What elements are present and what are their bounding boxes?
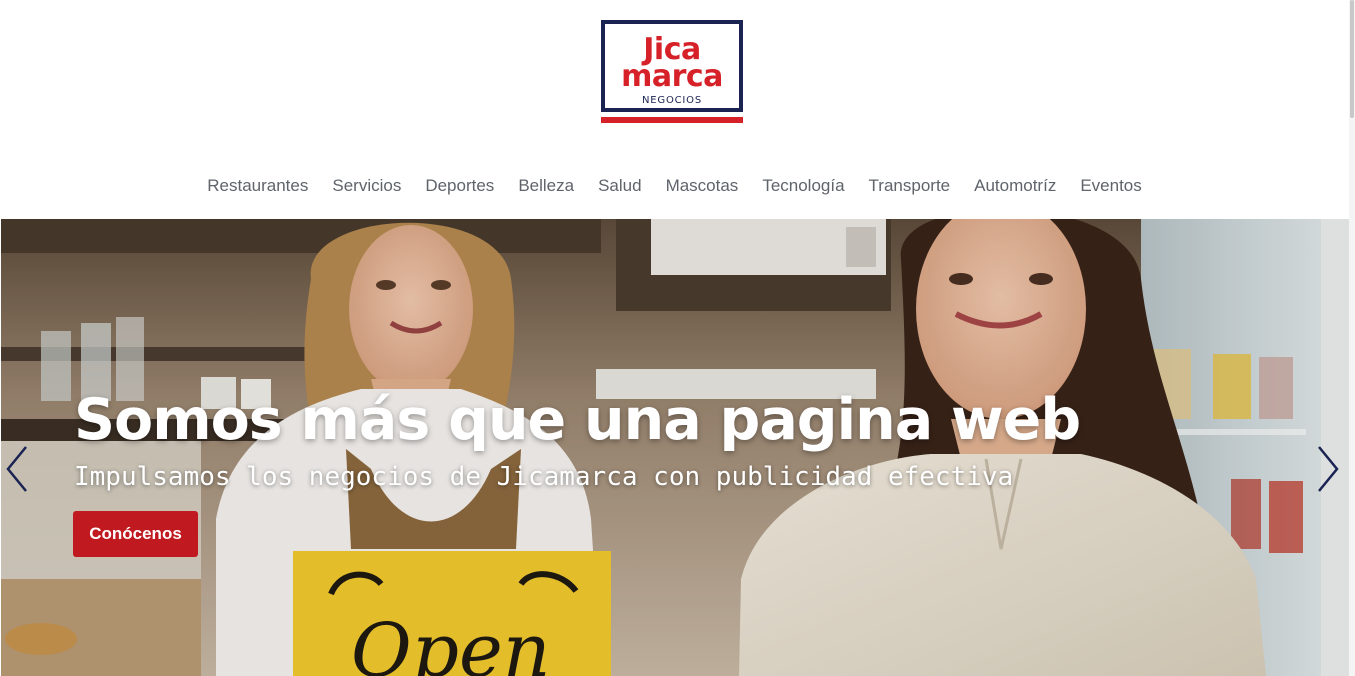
nav-item-belleza[interactable]: Belleza <box>506 172 586 200</box>
chevron-right-icon <box>1318 446 1339 492</box>
hero-subtitle: Impulsamos los negocios de Jicamarca con… <box>74 462 1014 492</box>
nav-item-restaurantes[interactable]: Restaurantes <box>195 172 320 200</box>
scrollbar-thumb[interactable] <box>1350 0 1354 118</box>
site-logo[interactable]: Jica marca NEGOCIOS <box>601 20 743 126</box>
nav-item-deportes[interactable]: Deportes <box>413 172 506 200</box>
carousel-next-button[interactable] <box>1315 445 1341 493</box>
nav-item-automotriz[interactable]: Automotríz <box>962 172 1068 200</box>
nav-item-transporte[interactable]: Transporte <box>857 172 963 200</box>
main-nav: Restaurantes Servicios Deportes Belleza … <box>0 172 1349 200</box>
nav-item-servicios[interactable]: Servicios <box>320 172 413 200</box>
logo-red-line <box>601 117 743 123</box>
conocenos-button[interactable]: Conócenos <box>73 511 198 557</box>
carousel-prev-button[interactable] <box>4 445 30 493</box>
hero-title: Somos más que una pagina web <box>74 387 1081 453</box>
chevron-left-icon <box>6 446 27 492</box>
hero-carousel: Open Somos más que una pagina web Impuls… <box>1 219 1349 676</box>
nav-item-salud[interactable]: Salud <box>586 172 653 200</box>
page-scrollbar[interactable] <box>1349 0 1355 676</box>
nav-item-eventos[interactable]: Eventos <box>1068 172 1153 200</box>
nav-item-tecnologia[interactable]: Tecnología <box>750 172 856 200</box>
logo-subtitle: NEGOCIOS <box>642 95 702 106</box>
logo-navy-line <box>601 108 743 112</box>
nav-item-mascotas[interactable]: Mascotas <box>654 172 751 200</box>
logo-word-marca: marca <box>621 59 723 94</box>
